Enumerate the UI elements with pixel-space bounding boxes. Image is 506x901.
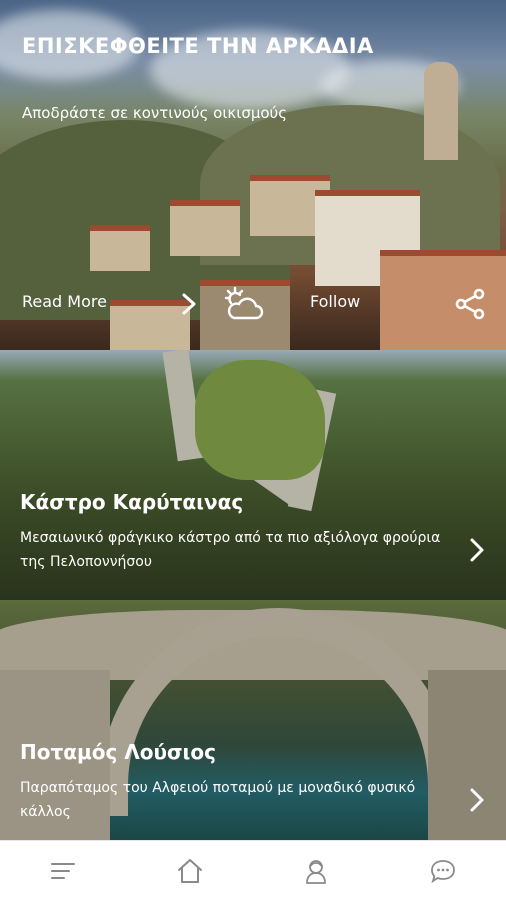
hero-banner: ΕΠΙΣΚΕΦΘΕΙΤΕ ΤΗΝ ΑΡΚΑΔΙΑ Αποδράστε σε κο… [0, 0, 506, 350]
user-icon [302, 857, 330, 885]
card-description: Μεσαιωνικό φράγκικο κάστρο από τα πιο αξ… [20, 526, 450, 574]
read-more-label: Read More [22, 292, 107, 311]
destination-card[interactable]: Ποταμός Λούσιος Παραπόταμος του Αλφειού … [0, 600, 506, 840]
bell-tower-decoration [424, 62, 458, 160]
destination-card[interactable]: Κάστρο Καρύταινας Μεσαιωνικό φράγκικο κά… [0, 350, 506, 600]
tab-profile[interactable] [253, 841, 380, 901]
chevron-right-icon[interactable] [178, 292, 200, 316]
chevron-right-icon[interactable] [466, 787, 488, 813]
weather-icon[interactable] [224, 286, 264, 322]
card-title: Κάστρο Καρύταινας [20, 490, 243, 514]
follow-label: Follow [310, 292, 360, 311]
card-description: Παραπόταμος του Αλφειού ποταμού με μοναδ… [20, 776, 450, 824]
share-icon[interactable] [454, 288, 486, 320]
castle-grass-decoration [195, 360, 325, 480]
hero-title: ΕΠΙΣΚΕΦΘΕΙΤΕ ΤΗΝ ΑΡΚΑΔΙΑ [22, 34, 374, 58]
home-icon [176, 857, 204, 885]
tab-home[interactable] [127, 841, 254, 901]
read-more-button[interactable]: Read More [22, 292, 107, 311]
house-decoration [170, 200, 240, 256]
card-title: Ποταμός Λούσιος [20, 740, 216, 764]
tab-chat[interactable] [380, 841, 506, 901]
chat-icon [429, 857, 457, 885]
chevron-right-icon[interactable] [466, 537, 488, 563]
follow-button[interactable]: Follow [310, 292, 360, 311]
menu-icon [49, 857, 77, 885]
hero-subtitle: Αποδράστε σε κοντινούς οικισμούς [22, 104, 287, 122]
bottom-tab-bar [0, 840, 506, 901]
house-decoration [90, 225, 150, 271]
tab-menu[interactable] [0, 841, 127, 901]
house-decoration [380, 250, 506, 350]
